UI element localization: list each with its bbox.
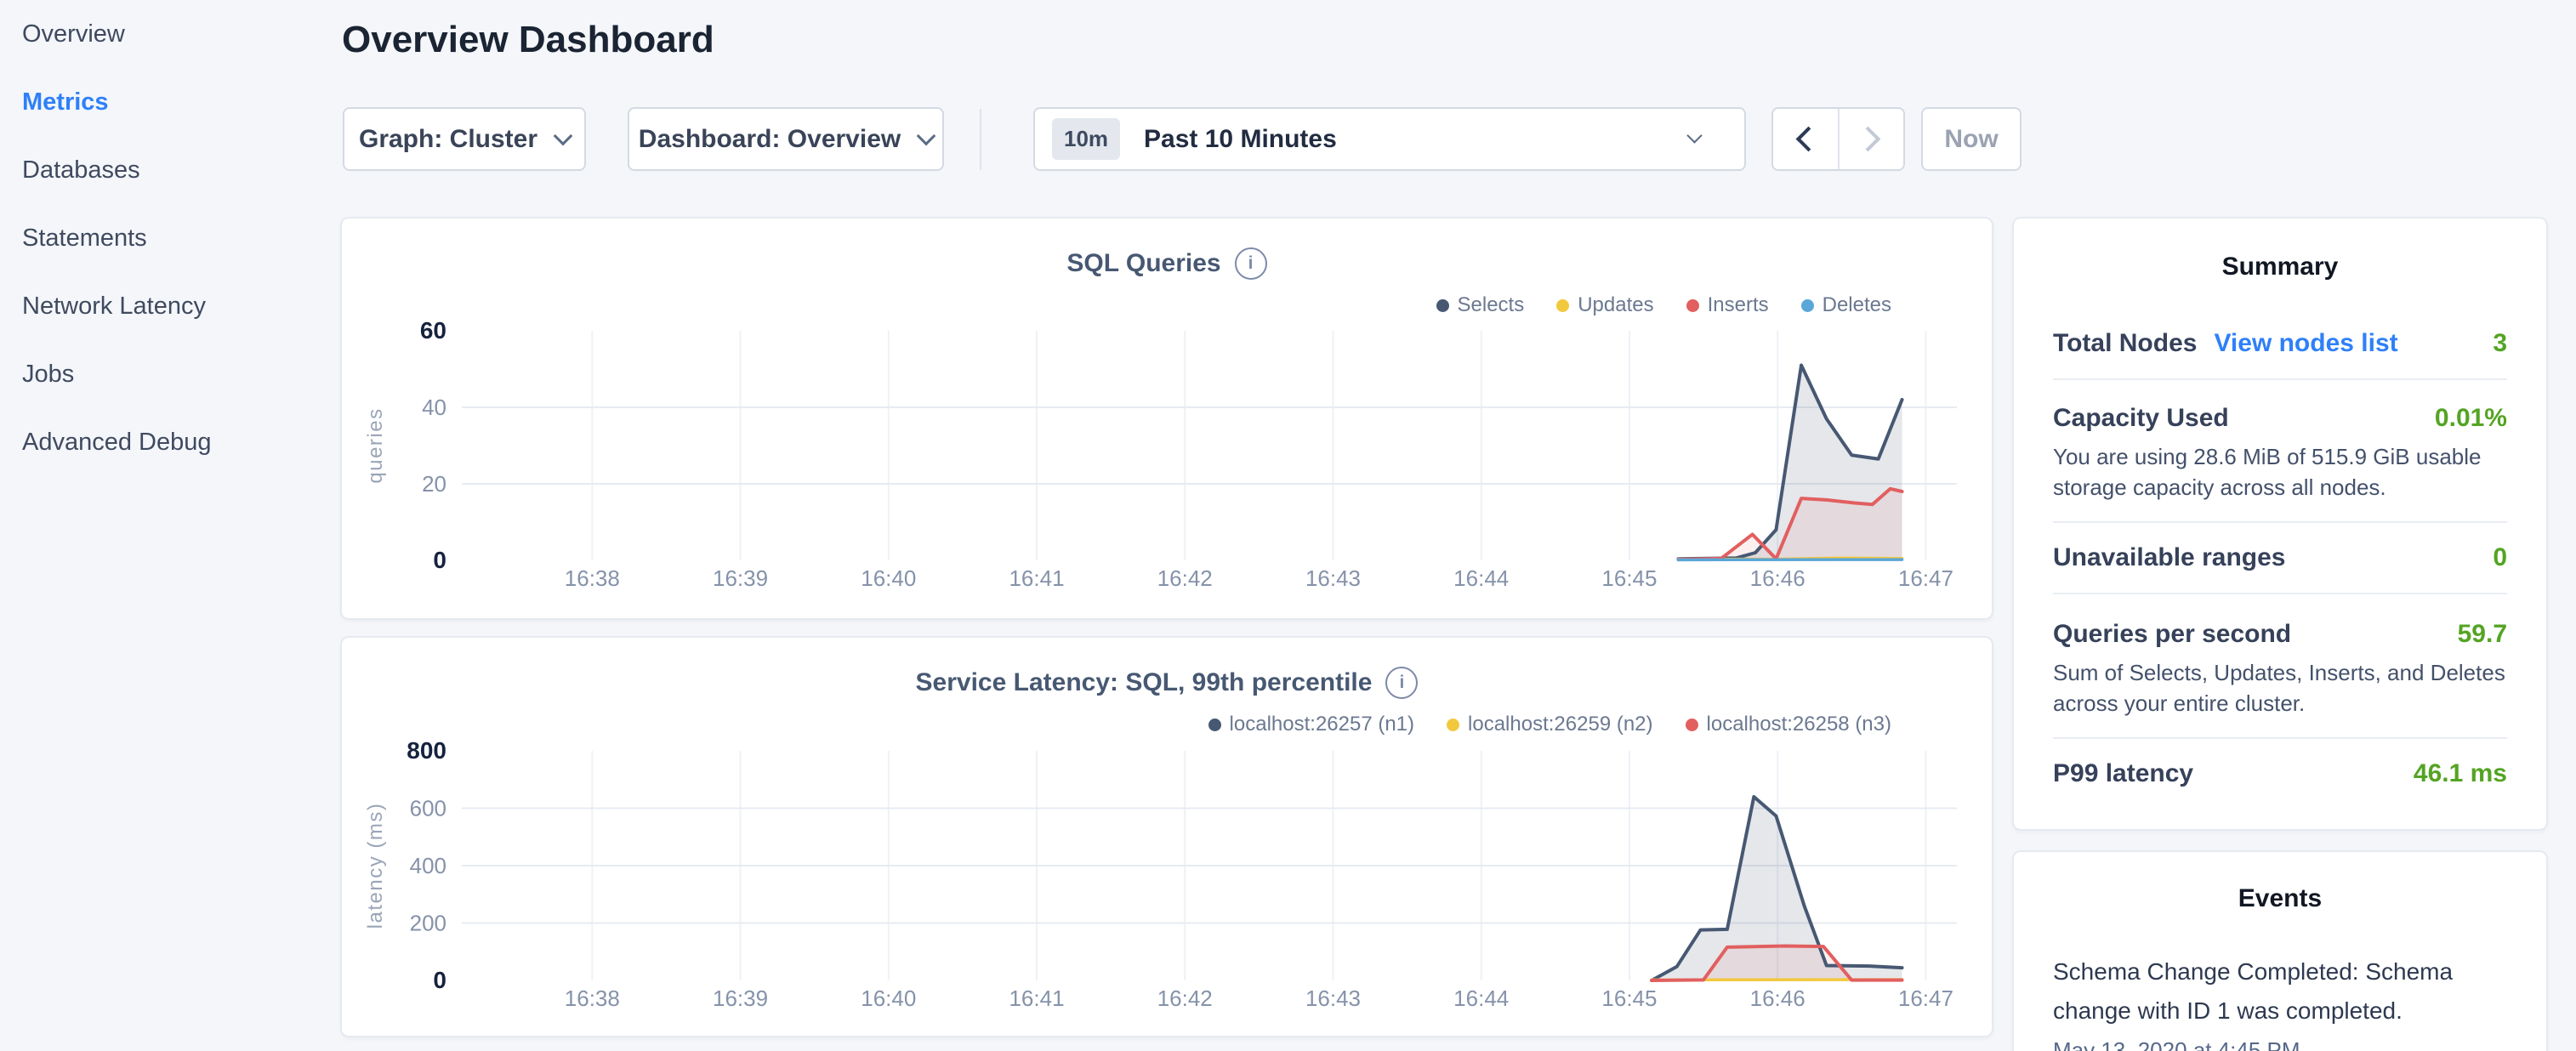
svg-text:16:44: 16:44 <box>1453 986 1509 1011</box>
svg-text:60: 60 <box>420 317 446 344</box>
svg-text:16:40: 16:40 <box>861 565 916 591</box>
svg-text:0: 0 <box>433 547 446 573</box>
capacity-label: Capacity Used <box>2053 404 2229 433</box>
chevron-down-icon <box>554 126 573 145</box>
chart-svg: 16:38 16:39 16:40 16:41 16:42 16:43 16:44 16:45… <box>342 638 1995 1039</box>
sidebar-item-statements[interactable]: Statements <box>0 204 340 272</box>
svg-text:16:45: 16:45 <box>1601 565 1657 591</box>
svg-text:16:41: 16:41 <box>1009 565 1064 591</box>
now-button[interactable]: Now <box>1921 107 2022 171</box>
svg-text:0: 0 <box>433 967 446 993</box>
unavailable-ranges-value: 0 <box>2493 543 2507 572</box>
summary-panel: Summary Total Nodes View nodes list 3 Ca… <box>2012 217 2548 831</box>
summary-row-total-nodes: Total Nodes View nodes list 3 <box>2053 329 2507 358</box>
svg-text:16:46: 16:46 <box>1750 986 1805 1011</box>
metrics-page: Overview Metrics Databases Statements Ne… <box>0 0 2576 1051</box>
total-nodes-label: Total Nodes <box>2053 329 2197 358</box>
qps-value: 59.7 <box>2458 620 2507 649</box>
event-item[interactable]: Schema Change Completed: Schema change w… <box>2053 952 2507 1051</box>
now-button-label: Now <box>1944 125 1998 154</box>
total-nodes-value: 3 <box>2493 329 2507 358</box>
svg-text:800: 800 <box>407 737 446 764</box>
chevron-left-icon <box>1796 127 1822 152</box>
dashboard-dropdown-label: Dashboard: Overview <box>639 125 901 154</box>
dashboard-dropdown[interactable]: Dashboard: Overview <box>628 107 944 171</box>
time-step-buttons <box>1771 107 1905 171</box>
svg-text:16:46: 16:46 <box>1750 565 1805 591</box>
sidebar-item-jobs[interactable]: Jobs <box>0 340 340 408</box>
sidebar-nav: Overview Metrics Databases Statements Ne… <box>0 0 340 476</box>
svg-text:40: 40 <box>422 395 446 420</box>
event-timestamp: May 13, 2020 at 4:45 PM <box>2053 1037 2507 1051</box>
svg-text:16:38: 16:38 <box>565 986 620 1011</box>
p99-latency-value: 46.1 ms <box>2414 759 2507 788</box>
capacity-description: You are using 28.6 MiB of 515.9 GiB usab… <box>2053 441 2507 503</box>
svg-text:16:41: 16:41 <box>1009 986 1064 1011</box>
event-text: Schema Change Completed: Schema change w… <box>2053 952 2507 1031</box>
svg-text:queries: queries <box>364 407 387 483</box>
time-window-label: Past 10 Minutes <box>1144 125 1337 154</box>
divider <box>2053 593 2507 594</box>
svg-text:16:42: 16:42 <box>1157 565 1213 591</box>
summary-row-capacity: Capacity Used 0.01% You are using 28.6 M… <box>2053 404 2507 503</box>
sidebar-item-metrics[interactable]: Metrics <box>0 68 340 136</box>
svg-text:20: 20 <box>422 471 446 497</box>
service-latency-chart-card: Service Latency: SQL, 99th percentile lo… <box>340 636 1993 1037</box>
sql-queries-chart-card: SQL Queries SelectsUpdatesInsertsDeletes… <box>340 217 1993 620</box>
divider <box>2053 737 2507 739</box>
svg-text:600: 600 <box>410 796 446 821</box>
time-window-badge: 10m <box>1052 118 1120 160</box>
unavailable-ranges-label: Unavailable ranges <box>2053 543 2285 572</box>
chevron-right-icon <box>1855 127 1880 152</box>
controls-divider <box>980 109 981 170</box>
svg-text:16:47: 16:47 <box>1898 565 1953 591</box>
sidebar-item-overview[interactable]: Overview <box>0 0 340 68</box>
chevron-down-icon <box>917 126 936 145</box>
capacity-value: 0.01% <box>2435 404 2507 433</box>
time-next-button[interactable] <box>1838 109 1904 169</box>
summary-row-qps: Queries per second 59.7 Sum of Selects, … <box>2053 620 2507 719</box>
events-panel: Events Schema Change Completed: Schema c… <box>2012 850 2548 1051</box>
svg-text:400: 400 <box>410 853 446 878</box>
svg-text:16:42: 16:42 <box>1157 986 1213 1011</box>
sidebar-item-advanced-debug[interactable]: Advanced Debug <box>0 408 340 476</box>
svg-text:16:38: 16:38 <box>565 565 620 591</box>
sidebar: Overview Metrics Databases Statements Ne… <box>0 0 340 1051</box>
view-nodes-link[interactable]: View nodes list <box>2214 329 2397 358</box>
graph-dropdown-label: Graph: Cluster <box>359 125 537 154</box>
svg-text:latency (ms): latency (ms) <box>364 803 387 929</box>
svg-text:16:43: 16:43 <box>1305 565 1361 591</box>
svg-text:16:39: 16:39 <box>713 565 768 591</box>
graph-dropdown[interactable]: Graph: Cluster <box>343 107 586 171</box>
summary-title: Summary <box>2053 253 2507 281</box>
svg-text:16:44: 16:44 <box>1453 565 1509 591</box>
svg-text:200: 200 <box>410 911 446 936</box>
svg-text:16:40: 16:40 <box>861 986 916 1011</box>
svg-text:16:43: 16:43 <box>1305 986 1361 1011</box>
summary-row-unavailable: Unavailable ranges 0 <box>2053 543 2507 572</box>
time-prev-button[interactable] <box>1773 109 1838 169</box>
divider <box>2053 378 2507 380</box>
svg-text:16:39: 16:39 <box>713 986 768 1011</box>
svg-text:16:45: 16:45 <box>1601 986 1657 1011</box>
p99-latency-label: P99 latency <box>2053 759 2193 788</box>
time-window-selector[interactable]: 10m Past 10 Minutes <box>1033 107 1746 171</box>
divider <box>2053 521 2507 523</box>
qps-description: Sum of Selects, Updates, Inserts, and De… <box>2053 657 2507 719</box>
chart-svg: 16:38 16:39 16:40 16:41 16:42 16:43 16:44 16:45… <box>342 219 1995 622</box>
page-title: Overview Dashboard <box>342 19 714 61</box>
sidebar-item-databases[interactable]: Databases <box>0 136 340 204</box>
qps-label: Queries per second <box>2053 620 2291 649</box>
svg-text:16:47: 16:47 <box>1898 986 1953 1011</box>
sidebar-item-network-latency[interactable]: Network Latency <box>0 272 340 340</box>
summary-row-p99: P99 latency 46.1 ms <box>2053 759 2507 788</box>
chevron-down-icon <box>1686 128 1702 143</box>
events-title: Events <box>2053 884 2507 913</box>
